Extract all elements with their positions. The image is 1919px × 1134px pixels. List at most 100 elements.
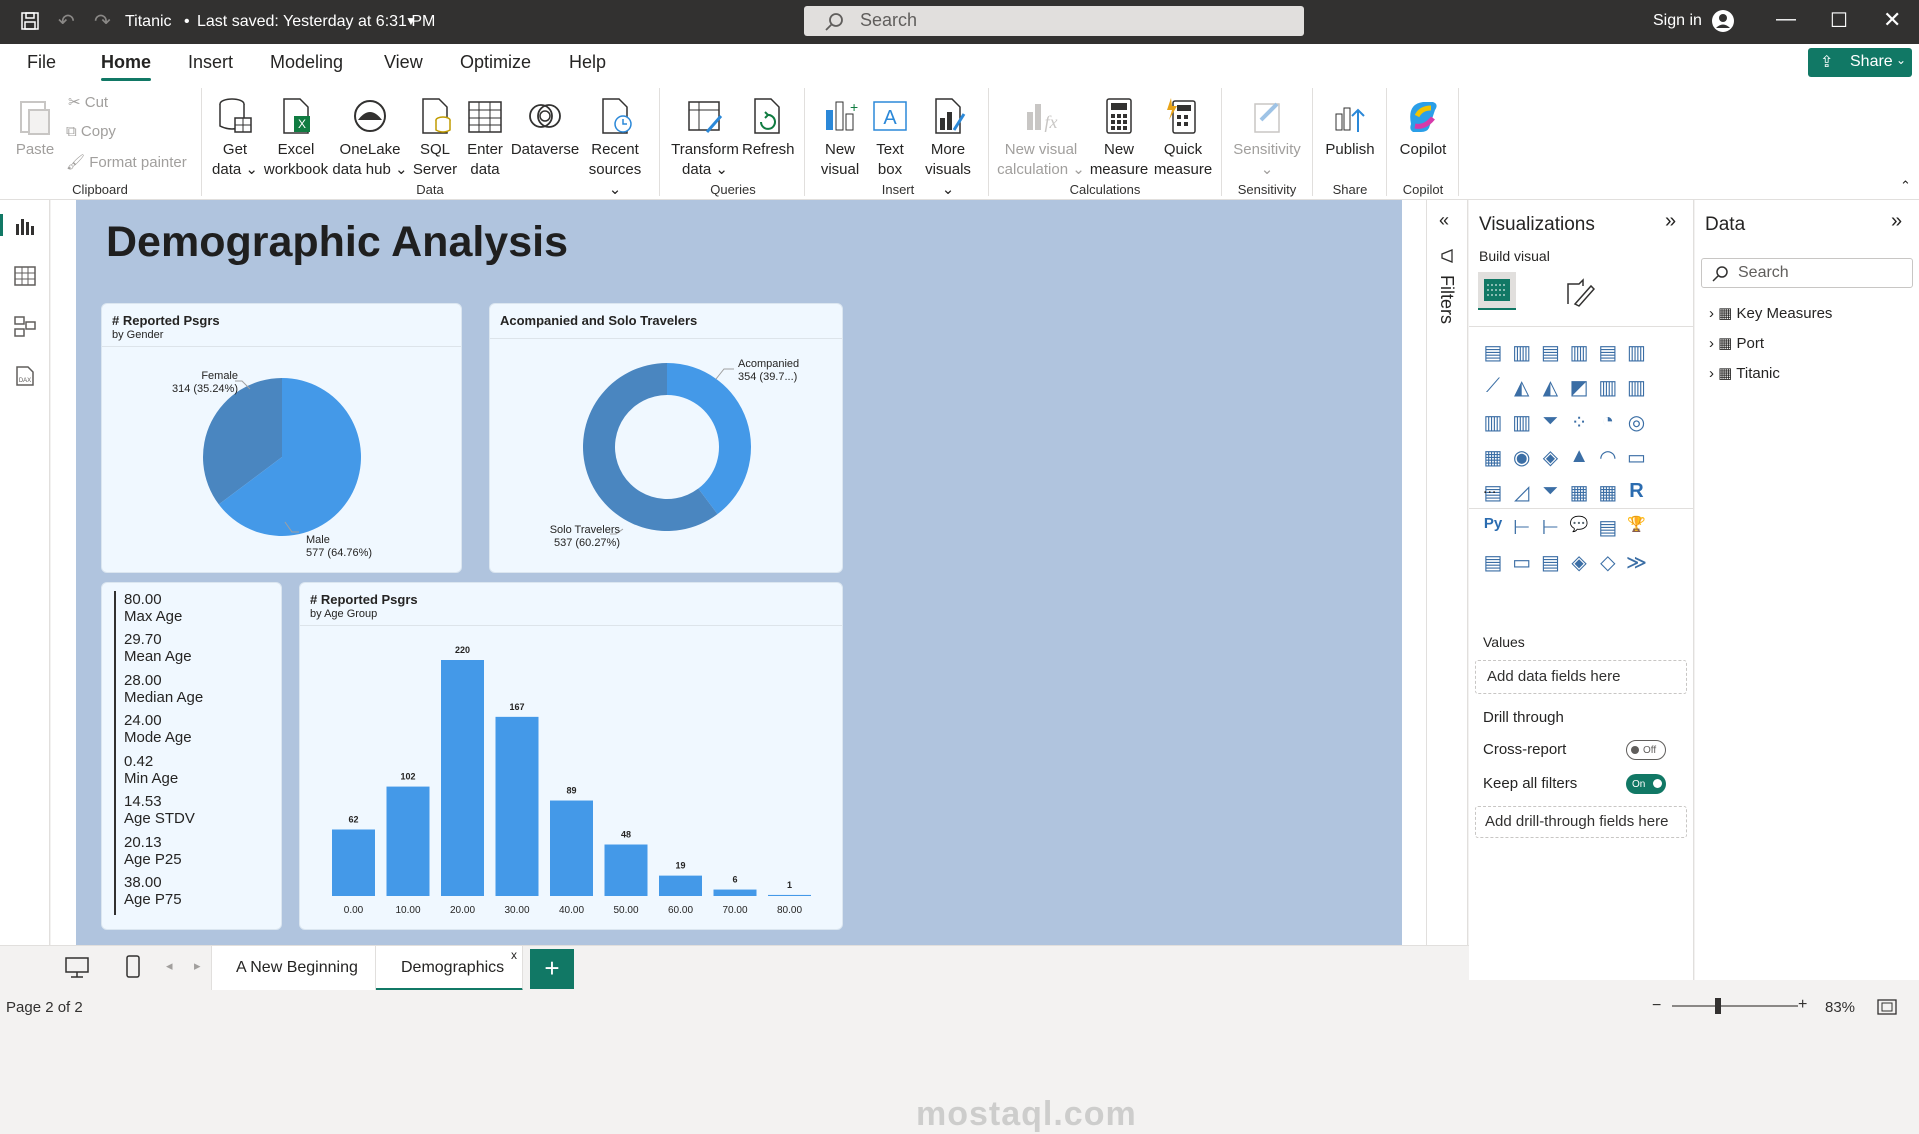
format-painter-button[interactable]: 🖌 Format painter [66,153,187,171]
enter-data-button[interactable]: Enter data [462,96,508,180]
dax-query-view-icon[interactable]: DAX [13,364,37,388]
save-icon[interactable] [20,11,40,31]
zoom-out-icon[interactable]: − [1652,997,1661,1015]
bar[interactable] [386,786,430,896]
bar[interactable] [550,800,593,896]
menu-optimize[interactable]: Optimize [460,52,531,73]
add-page-button[interactable]: + [530,949,574,989]
kpi-icon[interactable]: ◿ [1510,480,1534,504]
bar[interactable] [495,716,539,896]
build-visual-tab[interactable] [1478,272,1516,310]
paste-button[interactable]: Paste [14,96,56,160]
100-stacked-column-chart-icon[interactable]: ▥ [1625,340,1649,364]
quick-measure-button[interactable]: Quick measure [1152,96,1214,180]
close-tab-icon[interactable]: x [511,948,517,962]
stacked-column-chart-icon[interactable]: ▥ [1510,340,1534,364]
line-chart-icon[interactable]: ⟋ [1481,375,1505,399]
sign-in-link[interactable]: Sign in [1653,12,1702,30]
undo-icon[interactable]: ↶ [58,9,75,34]
expand-filters-icon[interactable]: « [1439,210,1449,231]
menu-view[interactable]: View [384,52,423,73]
scroll-right-icon[interactable]: ▸ [194,958,201,974]
tree-item-key-measures[interactable]: › ▦ Key Measures [1709,304,1832,322]
key-influencers-icon[interactable]: ⊢ [1510,515,1534,539]
area-chart-icon[interactable]: ◭ [1510,375,1534,399]
bar[interactable] [713,889,757,896]
scroll-left-icon[interactable]: ◂ [166,958,173,974]
mobile-layout-icon[interactable] [124,954,142,980]
dataverse-button[interactable]: Dataverse [510,96,580,160]
slicer-icon[interactable]: ⏷ [1538,480,1562,504]
pie-chart-icon[interactable]: ◔ [1596,410,1620,434]
decomposition-tree-icon[interactable]: ⊢ [1538,515,1562,539]
line-and-stacked-column-chart-icon[interactable]: ▥ [1596,375,1620,399]
bar[interactable] [604,844,648,896]
format-visual-icon[interactable] [1565,278,1595,308]
power-apps-icon[interactable]: ◈ [1567,550,1591,574]
matrix-icon[interactable]: ▦ [1596,480,1620,504]
clustered-column-chart-icon[interactable]: ▥ [1567,340,1591,364]
refresh-button[interactable]: Refresh [742,96,795,160]
account-icon[interactable] [1711,9,1735,33]
new-card-icon[interactable]: ▭ [1510,550,1534,574]
gauge-icon[interactable]: ◠ [1596,445,1620,469]
transform-data-button[interactable]: Transform data ⌄ [668,96,742,180]
more-visuals-button[interactable]: More visuals ⌄ [920,96,976,200]
copilot-button[interactable]: Copilot [1396,96,1450,160]
collapse-visualizations-icon[interactable]: » [1665,210,1676,233]
model-view-icon[interactable] [13,314,37,338]
chevron-down-icon[interactable]: ▼ [405,14,417,28]
treemap-icon[interactable]: ▦ [1481,445,1505,469]
table-icon[interactable]: ▦ [1567,480,1591,504]
paginated-report-icon[interactable]: ▤ [1481,550,1505,574]
new-visual-button[interactable]: + New visual [818,96,862,180]
new-slicer-icon[interactable]: ▤ [1538,550,1562,574]
travelers-donut-card[interactable]: Acompanied and Solo Travelers Acompanied… [489,303,843,573]
share-button[interactable]: ⇪ Share ⌄ [1808,48,1912,77]
card-icon[interactable]: ▭ [1625,445,1649,469]
publish-button[interactable]: Publish [1322,96,1378,160]
menu-file[interactable]: File [27,52,56,73]
excel-workbook-button[interactable]: X Excel workbook [262,96,330,180]
menu-modeling[interactable]: Modeling [270,52,343,73]
bar[interactable] [768,894,811,896]
menu-help[interactable]: Help [569,52,606,73]
scatter-chart-icon[interactable]: ⁘ [1567,410,1591,434]
tree-item-titanic[interactable]: › ▦ Titanic [1709,364,1780,382]
menu-insert[interactable]: Insert [188,52,233,73]
slice-acompanied[interactable] [667,363,751,515]
stacked-bar-chart-icon[interactable]: ▤ [1481,340,1505,364]
filters-label[interactable]: Filters [1436,275,1457,324]
fit-to-page-icon[interactable] [1877,999,1897,1015]
sensitivity-button[interactable]: Sensitivity ⌄ [1230,96,1304,180]
recent-sources-button[interactable]: Recent sources ⌄ [584,96,646,200]
cut-button[interactable]: ✂ Cut [68,93,108,111]
gender-pie-card[interactable]: # Reported Psgrs by Gender Female 314 (3… [101,303,462,573]
new-measure-button[interactable]: New measure [1088,96,1150,180]
filled-map-icon[interactable]: ◈ [1538,445,1562,469]
text-box-button[interactable]: A Text box [866,96,914,180]
keep-filters-toggle[interactable]: On [1626,774,1666,794]
onelake-button[interactable]: OneLake data hub ⌄ [332,96,408,180]
zoom-in-icon[interactable]: + [1798,996,1807,1014]
bar[interactable] [441,660,484,896]
copy-button[interactable]: ⧉ Copy [66,123,116,140]
new-visual-calculation-button[interactable]: fx New visual calculation ⌄ [996,96,1086,180]
table-view-icon[interactable] [13,264,37,288]
report-view-icon[interactable] [13,214,37,238]
data-search-input[interactable]: Search [1701,258,1913,288]
sql-server-button[interactable]: SQL Server [412,96,458,180]
line-and-clustered-column-chart-icon[interactable]: ▥ [1625,375,1649,399]
clustered-bar-chart-icon[interactable]: ▤ [1538,340,1562,364]
maximize-icon[interactable]: ☐ [1830,8,1848,33]
more-chart-icon[interactable]: ≫ [1625,550,1649,574]
drill-through-drop-zone[interactable]: Add drill-through fields here [1475,806,1687,838]
stacked-area-chart-icon[interactable]: ◭ [1538,375,1562,399]
map-icon[interactable]: ◉ [1510,445,1534,469]
zoom-slider-track[interactable] [1672,1005,1798,1007]
100-stacked-area-chart-icon[interactable]: ◩ [1567,375,1591,399]
collapse-ribbon-icon[interactable]: ⌃ [1900,178,1911,194]
bar[interactable] [332,829,375,896]
python-visual-icon[interactable]: Py [1481,515,1505,539]
smart-narrative-icon[interactable]: ▤ [1596,515,1620,539]
